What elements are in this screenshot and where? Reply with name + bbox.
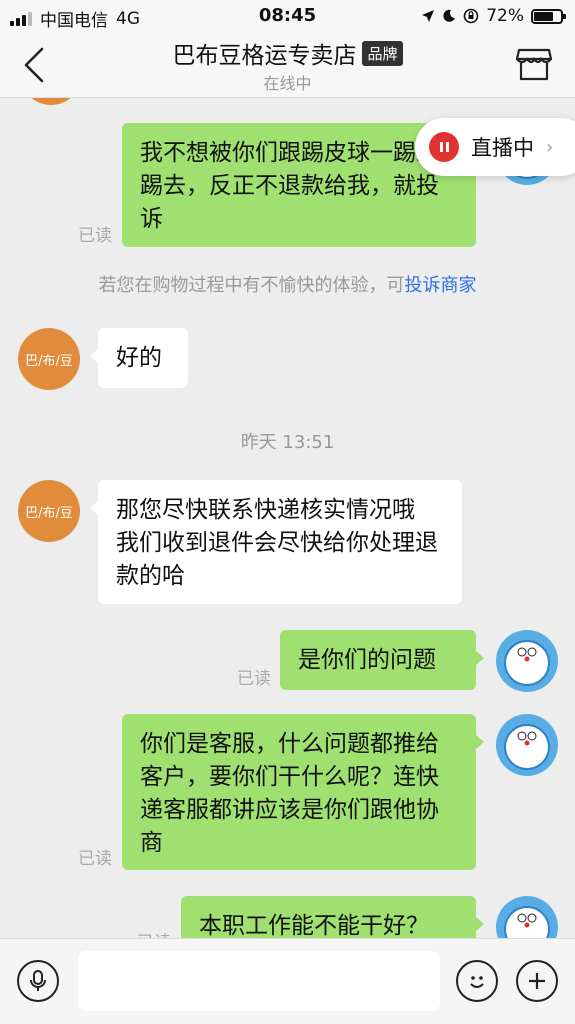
message-text: 那您尽快联系快递核实情况哦 我们收到退件会尽快给你处理退款的哈 — [116, 497, 438, 589]
read-receipt: 已读 — [137, 928, 171, 938]
status-right: 72% — [421, 6, 566, 26]
user-avatar[interactable] — [496, 714, 558, 776]
message-input[interactable] — [78, 951, 440, 1011]
more-button[interactable] — [516, 960, 558, 1002]
battery-percent: 72% — [486, 6, 524, 26]
message-bubble[interactable]: 那您尽快联系快递核实情况哦 我们收到退件会尽快给你处理退款的哈 — [90, 480, 462, 604]
shop-avatar-text: 巴/布/豆 — [25, 505, 73, 521]
store-icon[interactable] — [515, 46, 553, 82]
system-notice: 若您在购物过程中有不愉快的体验，可投诉商家 — [0, 271, 575, 297]
read-receipt: 已读 — [237, 669, 271, 689]
complain-link[interactable]: 投诉商家 — [405, 275, 477, 296]
shop-avatar[interactable]: 巴/布/豆 — [18, 328, 80, 390]
live-banner[interactable]: 直播中 › — [415, 118, 575, 176]
chevron-right-icon: › — [546, 136, 554, 158]
message-text: 你们是客服，什么问题都推给客户，要你们干什么呢？连快递客服都讲应该是你们跟他协商 — [140, 731, 439, 856]
message-text: 我不想被你们跟踢皮球一踢来踢去，反正不退款给我，就投诉 — [140, 140, 439, 232]
shop-avatar[interactable] — [20, 98, 82, 105]
brand-badge: 品牌 — [362, 40, 403, 66]
voice-button[interactable] — [17, 960, 59, 1002]
read-receipt: 已读 — [78, 849, 112, 869]
location-icon — [422, 10, 435, 22]
page-title: 巴布豆格运专卖店 — [172, 43, 357, 69]
smiley-icon — [470, 976, 484, 988]
user-avatar[interactable] — [496, 630, 558, 692]
message-bubble[interactable]: 是你们的问题 — [280, 630, 484, 690]
message-text: 好的 — [116, 345, 162, 371]
doraemon-avatar-icon — [504, 906, 550, 938]
live-label: 直播中 — [471, 136, 534, 160]
battery-icon — [531, 8, 566, 24]
message-text: 是你们的问题 — [298, 647, 436, 673]
shop-avatar[interactable]: 巴/布/豆 — [18, 480, 80, 542]
moon-icon — [443, 9, 456, 22]
message-bubble[interactable]: 好的 — [90, 328, 188, 388]
chat-header: 巴布豆格运专卖店 品牌 在线中 — [0, 34, 575, 98]
status-bar: 中国电信 4G 08:45 72% — [0, 0, 575, 34]
read-receipt: 已读 — [78, 226, 112, 246]
plus-icon — [529, 973, 545, 989]
message-bubble[interactable]: 本职工作能不能干好？ — [181, 896, 484, 938]
user-avatar[interactable] — [496, 896, 558, 938]
system-notice-text: 若您在购物过程中有不愉快的体验，可 — [98, 275, 405, 296]
live-icon — [429, 132, 459, 162]
message-text: 本职工作能不能干好？ — [199, 913, 429, 938]
input-bar — [0, 938, 575, 1024]
timestamp: 昨天 13:51 — [240, 432, 335, 453]
emoji-button[interactable] — [456, 960, 498, 1002]
title-row: 巴布豆格运专卖店 品牌 — [0, 36, 575, 70]
message-bubble[interactable]: 你们是客服，什么问题都推给客户，要你们干什么呢？连快递客服都讲应该是你们跟他协商 — [122, 714, 484, 870]
shop-avatar-text: 巴/布/豆 — [25, 353, 73, 369]
chat-area[interactable]: 我不想被你们跟踢皮球一踢来踢去，反正不退款给我，就投诉 已读 直播中 › 若您在… — [0, 98, 575, 938]
online-status: 在线中 — [263, 74, 312, 93]
rotation-lock-icon — [463, 8, 479, 24]
doraemon-avatar-icon — [504, 724, 550, 770]
doraemon-avatar-icon — [504, 640, 550, 686]
microphone-icon — [30, 970, 46, 991]
